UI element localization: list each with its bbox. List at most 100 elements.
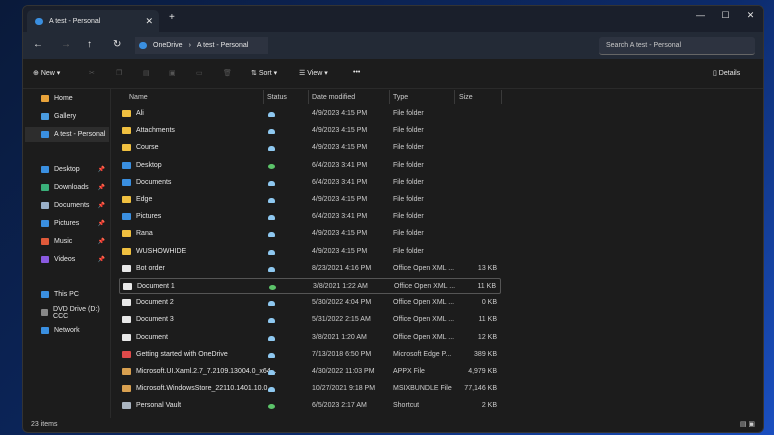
file-date: 7/13/2018 6:50 PM — [312, 350, 372, 358]
table-row[interactable]: Getting started with OneDrive 7/13/2018 … — [119, 347, 501, 363]
details-button[interactable]: ▯ Details — [713, 69, 740, 77]
file-name: WUSHOWHIDE — [136, 247, 187, 255]
forward-button[interactable]: → — [61, 39, 71, 50]
file-type: MSIXBUNDLE File — [393, 385, 452, 393]
file-list: Name Status Date modified Type Size Ali … — [113, 89, 763, 418]
sidebar-item[interactable]: Downloads 📌 — [41, 180, 109, 195]
file-type: APPX File — [393, 368, 425, 375]
table-row[interactable]: Microsoft.UI.Xaml.2.7_7.2109.13004.0_x64… — [119, 364, 501, 380]
folder-icon — [122, 110, 131, 117]
command-bar: ⊕ New ▾ ✂ ❐ ▤ ▣ ▭ 🗑 ⇅ Sort ▾ ☰ View ▾ ••… — [23, 59, 763, 89]
table-row[interactable]: Personal Vault 6/5/2023 2:17 AM Shortcut… — [119, 398, 501, 414]
table-row[interactable]: Bot order 8/23/2021 4:16 PM Office Open … — [119, 261, 501, 277]
table-row[interactable]: Document 1 3/8/2021 1:22 AM Office Open … — [119, 278, 501, 294]
table-row[interactable]: Ali 4/9/2023 4:15 PM File folder — [119, 106, 501, 122]
breadcrumb-onedrive[interactable]: OneDrive — [153, 42, 183, 49]
table-row[interactable]: Edge 4/9/2023 4:15 PM File folder — [119, 192, 501, 208]
breadcrumb[interactable]: OneDrive › A test - Personal — [135, 37, 268, 54]
table-row[interactable]: Pictures 6/4/2023 3:41 PM File folder — [119, 209, 501, 225]
minimize-button[interactable]: — — [688, 10, 713, 21]
table-row[interactable]: Document 3 5/31/2022 2:15 AM Office Open… — [119, 312, 501, 328]
view-button[interactable]: ☰ View ▾ — [299, 69, 328, 77]
file-date: 4/9/2023 4:15 PM — [312, 144, 368, 152]
back-button[interactable]: ← — [33, 39, 43, 50]
table-row[interactable]: Documents 6/4/2023 3:41 PM File folder — [119, 175, 501, 191]
close-tab-icon[interactable]: ✕ — [145, 16, 153, 27]
cloud-status-icon — [268, 266, 275, 272]
cloud-status-icon — [268, 198, 275, 203]
cloud-status-icon — [268, 180, 275, 186]
tab-a-test-personal[interactable]: A test - Personal ✕ — [27, 10, 159, 32]
onedrive-icon — [139, 42, 147, 49]
file-name: Documents — [136, 178, 172, 186]
delete-icon[interactable]: 🗑 — [223, 69, 232, 77]
new-button[interactable]: ⊕ New ▾ — [33, 69, 60, 77]
onedrive-icon — [35, 17, 43, 25]
file-size: 77,146 KB — [464, 385, 497, 393]
pin-icon: 📌 — [97, 167, 105, 173]
pdf-icon — [122, 350, 131, 358]
file-type: File folder — [393, 213, 424, 221]
up-button[interactable]: ↑ — [87, 39, 92, 50]
column-type[interactable]: Type — [393, 94, 408, 101]
close-window-button[interactable]: ✕ — [738, 10, 763, 21]
copy-icon[interactable]: ❐ — [116, 69, 122, 77]
sidebar-item-label: Network — [54, 327, 80, 334]
table-row[interactable]: Attachments 4/9/2023 4:15 PM File folder — [119, 123, 501, 139]
sidebar-item-icon — [41, 220, 49, 227]
cut-icon[interactable]: ✂ — [89, 69, 95, 77]
new-tab-button[interactable]: + — [169, 12, 175, 23]
breadcrumb-a-test[interactable]: A test - Personal — [197, 42, 248, 49]
sidebar-item[interactable]: Pictures 📌 — [41, 216, 109, 231]
sidebar-item[interactable]: DVD Drive (D:) CCC — [41, 305, 109, 320]
column-status[interactable]: Status — [267, 94, 287, 101]
more-options-button[interactable]: ••• — [353, 69, 360, 76]
paste-icon[interactable]: ▤ — [143, 69, 150, 77]
sidebar-item-icon — [41, 202, 49, 209]
maximize-button[interactable]: ☐ — [713, 10, 738, 21]
column-date-modified[interactable]: Date modified — [312, 94, 355, 101]
table-row[interactable]: Document 2 5/30/2022 4:04 PM Office Open… — [119, 295, 501, 311]
sidebar-item-label: A test - Personal — [54, 131, 106, 138]
sidebar-item[interactable]: Documents 📌 — [41, 198, 109, 213]
table-row[interactable]: Document 3/8/2021 1:20 AM Office Open XM… — [119, 330, 501, 346]
refresh-button[interactable]: ↻ — [113, 39, 121, 50]
file-name: Document 3 — [136, 316, 174, 324]
special-icon — [122, 178, 131, 186]
file-date: 8/23/2021 4:16 PM — [312, 264, 372, 272]
navigation-pane: Home Gallery A test - Personal Desktop 📌 Down… — [23, 89, 111, 418]
file-name: Document — [136, 333, 168, 341]
sidebar-item-icon — [41, 256, 49, 263]
pin-icon: 📌 — [97, 239, 105, 245]
sidebar-item[interactable]: This PC — [41, 287, 109, 302]
table-row[interactable]: Rana 4/9/2023 4:15 PM File folder — [119, 226, 501, 242]
sidebar-item[interactable]: Network — [41, 323, 109, 338]
table-row[interactable]: Course 4/9/2023 4:15 PM File folder — [119, 140, 501, 156]
table-row[interactable]: WUSHOWHIDE 4/9/2023 4:15 PM File folder — [119, 244, 501, 260]
file-type: File folder — [393, 127, 424, 135]
column-name[interactable]: Name — [129, 94, 148, 101]
sidebar-item[interactable]: Desktop 📌 — [41, 162, 109, 177]
rename-icon[interactable]: ▣ — [169, 69, 176, 77]
view-toggle-icons[interactable]: ▤ ▣ — [740, 420, 755, 428]
sidebar-item[interactable]: Videos 📌 — [41, 252, 109, 267]
sidebar-item-label: Documents — [54, 202, 90, 209]
share-icon[interactable]: ▭ — [196, 69, 203, 77]
sort-button[interactable]: ⇅ Sort ▾ — [251, 69, 277, 77]
sidebar-item[interactable]: A test - Personal — [25, 127, 109, 142]
table-row[interactable]: Microsoft.WindowsStore_22110.1401.10.0..… — [119, 381, 501, 397]
file-date: 6/4/2023 3:41 PM — [312, 213, 368, 221]
sidebar-item[interactable]: Home — [41, 91, 109, 106]
folder-icon — [122, 196, 131, 203]
table-row[interactable]: Desktop 6/4/2023 3:41 PM File folder — [119, 158, 501, 174]
file-name: Edge — [136, 196, 153, 203]
search-input[interactable]: Search A test - Personal — [599, 37, 755, 55]
sidebar-item[interactable]: Gallery — [41, 109, 109, 124]
file-name: Microsoft.UI.Xaml.2.7_7.2109.13004.0_x64… — [136, 368, 277, 375]
sidebar-item[interactable]: Music 📌 — [41, 234, 109, 249]
special-icon — [122, 213, 131, 221]
column-size[interactable]: Size — [459, 94, 473, 101]
sidebar-item-icon — [41, 131, 49, 138]
file-date: 10/27/2021 9:18 PM — [312, 385, 376, 393]
file-name: Microsoft.WindowsStore_22110.1401.10.0..… — [136, 385, 274, 393]
